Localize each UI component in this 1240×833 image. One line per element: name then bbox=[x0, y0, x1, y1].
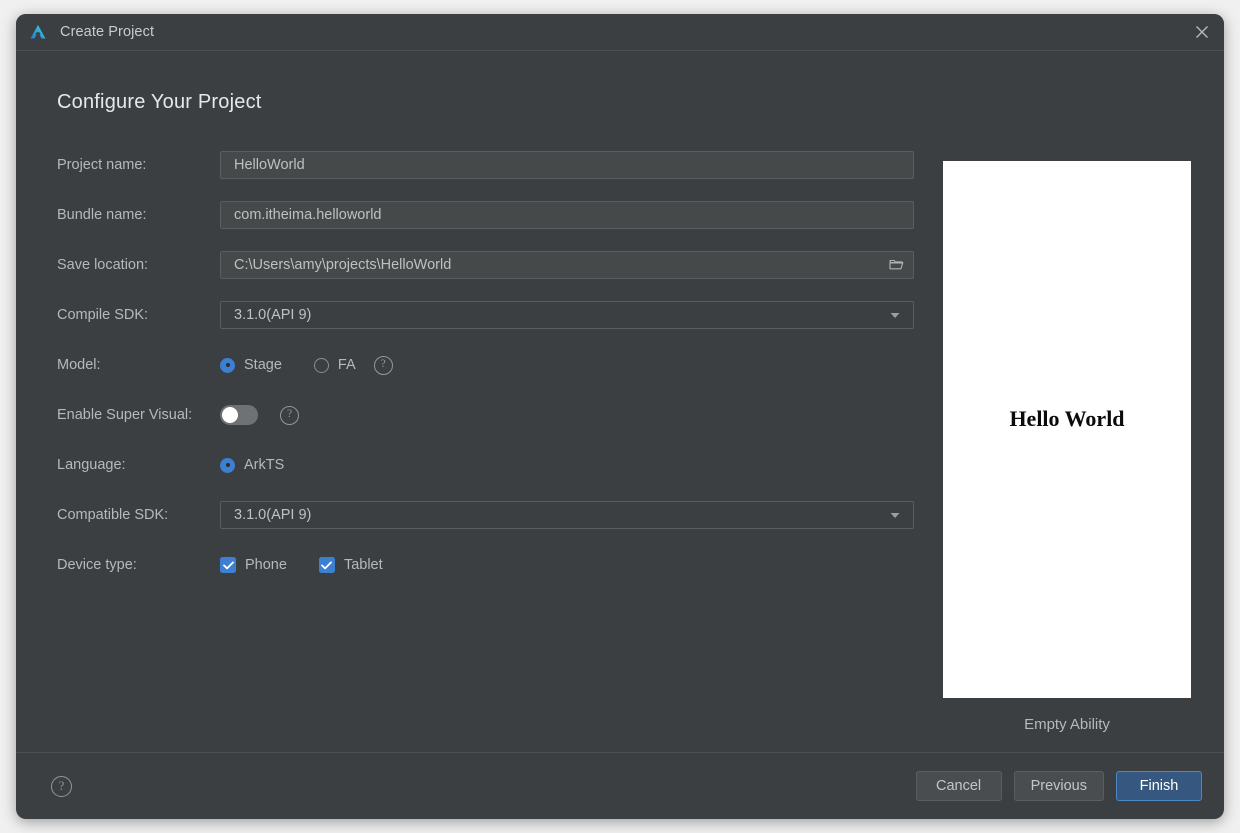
checkbox-checked-icon bbox=[318, 557, 335, 573]
model-option-stage-label: Stage bbox=[244, 357, 282, 373]
model-option-fa-label: FA bbox=[337, 357, 356, 373]
footer-button-group: Cancel Previous Finish bbox=[915, 771, 1202, 801]
page-title: Configure Your Project bbox=[57, 91, 262, 113]
row-compile-sdk: Compile SDK: 3.1.0(API 9) bbox=[57, 299, 917, 331]
row-device-type: Device type: Phone Tablet bbox=[57, 549, 917, 581]
checkbox-checked-icon bbox=[220, 557, 236, 573]
finish-button[interactable]: Finish bbox=[1116, 771, 1202, 801]
row-project-name: Project name: HelloWorld bbox=[57, 149, 917, 181]
enable-super-visual-label: Enable Super Visual: bbox=[57, 407, 193, 423]
previous-button[interactable]: Previous bbox=[1013, 771, 1104, 801]
save-location-value: C:\Users\amy\projects\HelloWorld bbox=[234, 257, 452, 273]
model-option-fa[interactable]: FA bbox=[313, 357, 356, 373]
close-icon[interactable] bbox=[1180, 14, 1224, 50]
preview-caption: Empty Ability bbox=[1024, 716, 1110, 733]
row-bundle-name: Bundle name: com.itheima.helloworld bbox=[57, 199, 917, 231]
language-radio-group: ArkTS bbox=[220, 457, 316, 473]
compatible-sdk-label: Compatible SDK: bbox=[57, 507, 169, 523]
model-radio-group: Stage FA bbox=[220, 357, 388, 373]
row-compatible-sdk: Compatible SDK: 3.1.0(API 9) bbox=[57, 499, 917, 531]
project-name-input[interactable]: HelloWorld bbox=[220, 151, 914, 179]
folder-open-icon[interactable] bbox=[889, 258, 904, 272]
dialog-titlebar: Create Project bbox=[16, 14, 1224, 51]
dialog-title: Create Project bbox=[60, 24, 155, 40]
preview-screen-text: Hello World bbox=[1009, 405, 1125, 431]
dialog-footer: ? Cancel Previous Finish bbox=[16, 752, 1224, 819]
footer-help-icon[interactable]: ? bbox=[51, 775, 72, 797]
device-type-option-phone-label: Phone bbox=[245, 557, 287, 573]
device-type-label: Device type: bbox=[57, 557, 137, 573]
model-label: Model: bbox=[57, 357, 101, 373]
radio-unselected-icon bbox=[313, 357, 329, 373]
cancel-button[interactable]: Cancel bbox=[915, 771, 1002, 801]
project-config-form: Project name: HelloWorld Bundle name: co… bbox=[57, 149, 917, 599]
row-language: Language: ArkTS bbox=[57, 449, 917, 481]
project-name-value: HelloWorld bbox=[234, 157, 305, 173]
model-option-stage[interactable]: Stage bbox=[220, 357, 282, 373]
device-type-option-tablet[interactable]: Tablet bbox=[318, 557, 383, 573]
compile-sdk-value: 3.1.0(API 9) bbox=[234, 307, 312, 323]
chevron-down-icon bbox=[890, 506, 900, 524]
row-save-location: Save location: C:\Users\amy\projects\Hel… bbox=[57, 249, 917, 281]
project-name-label: Project name: bbox=[57, 157, 147, 173]
preview-phone-screen: Hello World bbox=[943, 161, 1191, 698]
chevron-down-icon bbox=[890, 306, 900, 324]
bundle-name-label: Bundle name: bbox=[57, 207, 147, 223]
compatible-sdk-select[interactable]: 3.1.0(API 9) bbox=[220, 501, 914, 529]
dialog-body: Configure Your Project Project name: Hel… bbox=[16, 51, 1224, 752]
create-project-dialog: Create Project Configure Your Project Pr… bbox=[16, 14, 1224, 819]
compile-sdk-label: Compile SDK: bbox=[57, 307, 149, 323]
model-help-icon[interactable]: ? bbox=[373, 355, 393, 375]
template-preview: Hello World Empty Ability bbox=[943, 161, 1191, 733]
enable-super-visual-toggle[interactable] bbox=[220, 405, 258, 425]
deveco-logo-icon bbox=[28, 22, 48, 42]
toggle-knob bbox=[222, 407, 238, 423]
row-enable-super-visual: Enable Super Visual: ? bbox=[57, 399, 917, 431]
compatible-sdk-value: 3.1.0(API 9) bbox=[234, 507, 312, 523]
enable-super-visual-help-icon[interactable]: ? bbox=[280, 405, 299, 425]
radio-selected-icon bbox=[220, 357, 235, 373]
device-type-option-phone[interactable]: Phone bbox=[220, 557, 287, 573]
row-model: Model: Stage FA ? bbox=[57, 349, 917, 381]
language-label: Language: bbox=[57, 457, 126, 473]
radio-selected-icon bbox=[220, 457, 235, 473]
device-type-option-tablet-label: Tablet bbox=[343, 557, 383, 573]
save-location-input[interactable]: C:\Users\amy\projects\HelloWorld bbox=[220, 251, 914, 279]
bundle-name-value: com.itheima.helloworld bbox=[234, 207, 382, 223]
bundle-name-input[interactable]: com.itheima.helloworld bbox=[220, 201, 914, 229]
save-location-label: Save location: bbox=[57, 257, 149, 273]
language-option-arkts[interactable]: ArkTS bbox=[220, 457, 284, 473]
compile-sdk-select[interactable]: 3.1.0(API 9) bbox=[220, 301, 914, 329]
language-option-arkts-label: ArkTS bbox=[244, 457, 285, 473]
